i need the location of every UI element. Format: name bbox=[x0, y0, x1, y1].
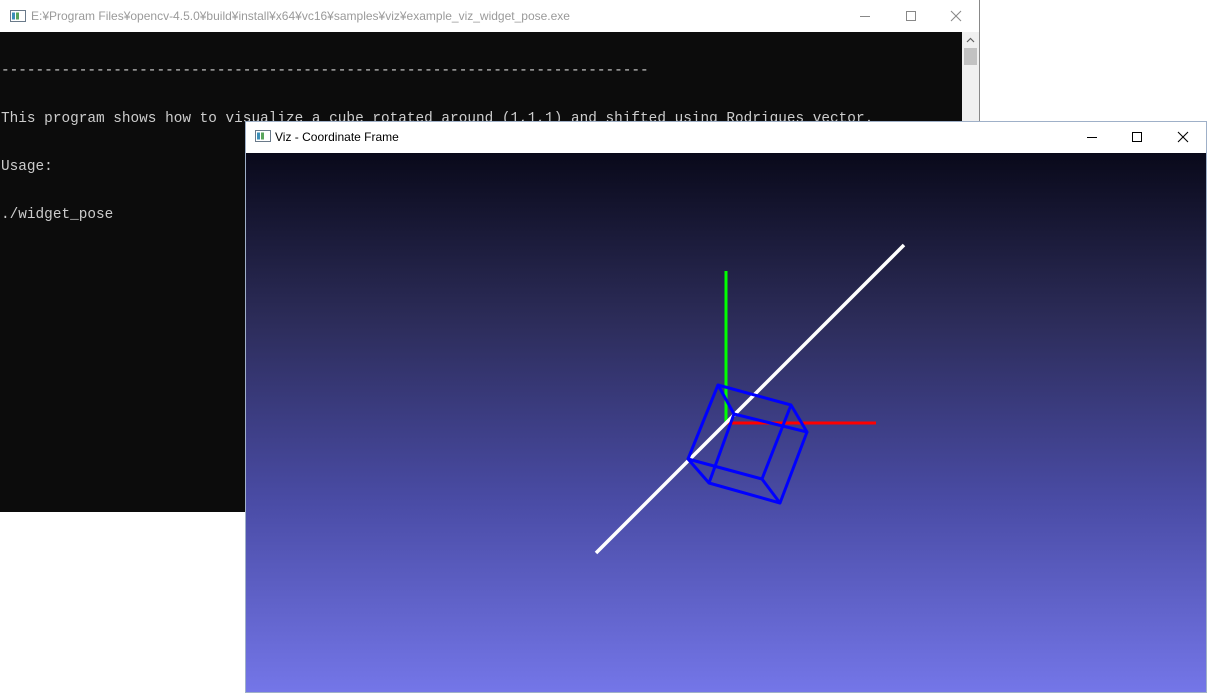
viz-render-canvas[interactable] bbox=[246, 153, 1206, 692]
scroll-up-button[interactable] bbox=[962, 32, 979, 48]
close-icon bbox=[950, 10, 962, 22]
viz-maximize-button[interactable] bbox=[1114, 122, 1160, 152]
console-window-title: E:¥Program Files¥opencv-4.5.0¥build¥inst… bbox=[31, 9, 570, 23]
console-close-button[interactable] bbox=[933, 0, 979, 32]
viz-close-button[interactable] bbox=[1160, 122, 1206, 152]
minimize-icon bbox=[860, 16, 870, 17]
chevron-up-icon bbox=[966, 37, 975, 43]
rotation-axis-line bbox=[594, 243, 906, 555]
console-maximize-button[interactable] bbox=[888, 0, 934, 32]
console-line: ----------------------------------------… bbox=[1, 63, 649, 79]
viz-minimize-button[interactable] bbox=[1069, 122, 1115, 152]
3d-scene[interactable] bbox=[246, 153, 1206, 692]
viz-window-title: Viz - Coordinate Frame bbox=[275, 130, 399, 144]
maximize-icon bbox=[906, 11, 916, 21]
viz-titlebar[interactable]: Viz - Coordinate Frame bbox=[246, 122, 1206, 152]
console-scroll-thumb[interactable] bbox=[964, 48, 977, 65]
maximize-icon bbox=[1132, 132, 1142, 142]
console-app-icon bbox=[10, 10, 26, 22]
minimize-icon bbox=[1087, 137, 1097, 138]
close-icon bbox=[1177, 131, 1189, 143]
viz-window[interactable]: Viz - Coordinate Frame bbox=[245, 121, 1207, 693]
viz-app-icon bbox=[255, 130, 271, 142]
console-minimize-button[interactable] bbox=[842, 0, 888, 32]
console-titlebar[interactable]: E:¥Program Files¥opencv-4.5.0¥build¥inst… bbox=[0, 0, 979, 32]
